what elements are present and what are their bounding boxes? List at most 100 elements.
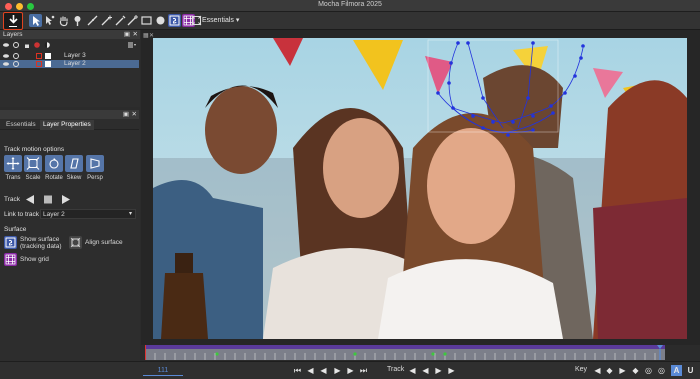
panel-float-icon[interactable]: ▣: [123, 110, 129, 118]
visibility-icon[interactable]: [3, 42, 9, 48]
chevron-down-icon: ▾: [128, 211, 132, 217]
track-forward-one-icon[interactable]: ▶: [433, 365, 444, 376]
timeline-bar[interactable]: [144, 345, 665, 360]
add-key-icon[interactable]: ◆: [604, 365, 615, 376]
bottom-transport-bar: 111 ⏮ ◀ ◀ ▶ ▶ ⏭ Track ◀ ◀ ▶ ▶ Key ◀ ◆ ▶ …: [0, 361, 700, 379]
layer-row[interactable]: Layer 3: [0, 52, 139, 60]
gear-icon[interactable]: [13, 53, 19, 59]
gear-icon[interactable]: [13, 61, 19, 67]
add-xspline-icon[interactable]: [100, 14, 113, 27]
layer-row[interactable]: Layer 2: [0, 60, 139, 68]
play-forwards-icon[interactable]: ▶: [332, 365, 343, 376]
workspace-dropdown[interactable]: Essentials ▾: [199, 15, 242, 27]
track-back-one-icon[interactable]: ◀: [420, 365, 431, 376]
chevron-down-icon: ▾: [235, 17, 240, 24]
layer-color-swatch[interactable]: [36, 61, 42, 67]
layer-color-swatch[interactable]: [36, 53, 42, 59]
surface-icon: [5, 237, 16, 248]
play-backwards-icon[interactable]: ◀: [318, 365, 329, 376]
link-to-track-label: Link to track: [4, 211, 40, 218]
timeline-ruler: [144, 345, 665, 360]
play-forwards-icon: [62, 195, 70, 204]
layers-header-row: [0, 41, 139, 49]
download-icon: [8, 15, 18, 24]
prev-key-icon[interactable]: ◀: [592, 365, 603, 376]
xspline-tool-icon[interactable]: [86, 14, 99, 27]
hand-tool-icon[interactable]: [57, 14, 70, 27]
track-label: Track: [4, 196, 21, 203]
scale-toggle[interactable]: [24, 155, 42, 172]
layer-matte-swatch[interactable]: [45, 61, 51, 67]
step-back-icon[interactable]: ◀: [305, 365, 316, 376]
rotate-toggle[interactable]: [45, 155, 63, 172]
step-forward-icon[interactable]: ▶: [345, 365, 356, 376]
align-surface-button[interactable]: [69, 236, 82, 249]
panel-close-icon[interactable]: ✕: [132, 110, 137, 118]
auto-key-button[interactable]: A: [671, 365, 682, 376]
play-backwards-icon: [26, 195, 34, 204]
properties-panel-header: ▣ ✕: [0, 110, 139, 119]
viewer-menu-icon[interactable]: ▦: [143, 32, 149, 39]
surface-tool-icon[interactable]: [168, 14, 181, 27]
panel-float-icon[interactable]: ▣: [124, 30, 130, 39]
go-to-start-icon[interactable]: ⏮: [292, 365, 303, 376]
update-key-button[interactable]: U: [685, 365, 696, 376]
tab-layer-properties[interactable]: Layer Properties: [40, 120, 94, 130]
tab-essentials[interactable]: Essentials: [3, 120, 39, 130]
key-label: Key: [575, 366, 588, 373]
track-backwards-button[interactable]: [24, 194, 36, 205]
key-lock-icon[interactable]: ◎: [656, 365, 667, 376]
eye-icon[interactable]: [3, 53, 9, 59]
ellipse-tool-icon[interactable]: [154, 14, 167, 27]
trans-toggle[interactable]: [4, 155, 22, 172]
show-grid-toggle[interactable]: [4, 253, 17, 266]
panel-close-icon[interactable]: ✕: [133, 30, 138, 39]
layer-options-icon[interactable]: [128, 42, 136, 48]
perspective-icon: [90, 158, 100, 169]
track-forwards-icon[interactable]: ▶: [446, 365, 457, 376]
layer-matte-swatch[interactable]: [45, 53, 51, 59]
key-settings-icon[interactable]: ◎: [643, 365, 654, 376]
scale-icon: [26, 157, 40, 170]
layer-name: Layer 2: [64, 60, 86, 67]
layers-panel: Layers ▣ ✕ Layer 3 Layer 2: [0, 30, 140, 116]
track-forwards-button[interactable]: [60, 194, 72, 205]
select-tool-icon[interactable]: [29, 14, 42, 27]
layer-name: Layer 3: [64, 52, 86, 59]
point-select-icon[interactable]: [43, 14, 56, 27]
rotate-label: Rotate: [45, 175, 63, 181]
eye-icon[interactable]: [3, 61, 9, 67]
align-surface-icon: [70, 237, 81, 248]
workspace-label: Essentials: [202, 17, 234, 24]
show-grid-label: Show grid: [20, 256, 49, 263]
color-icon[interactable]: [34, 42, 40, 48]
skew-icon: [70, 158, 79, 169]
track-backwards-icon[interactable]: ◀: [407, 365, 418, 376]
video-frame[interactable]: [153, 38, 687, 339]
link-to-track-select[interactable]: Layer 2 ▾: [40, 209, 136, 219]
stop-tracking-button[interactable]: [42, 194, 54, 205]
next-key-icon[interactable]: ▶: [617, 365, 628, 376]
delete-key-icon[interactable]: ◆: [630, 365, 641, 376]
scale-label: Scale: [25, 175, 41, 181]
title-bar: Mocha Filmora 2025: [0, 0, 700, 12]
matte-icon[interactable]: [44, 42, 50, 48]
show-surface-label: Show surface (tracking data): [20, 236, 62, 250]
lock-icon[interactable]: [24, 42, 30, 48]
rotate-icon: [49, 158, 59, 169]
skew-toggle[interactable]: [65, 155, 83, 172]
layers-panel-title: Layers: [3, 31, 23, 38]
export-button[interactable]: [3, 12, 23, 30]
align-surface-label: Align surface: [85, 239, 123, 246]
gear-icon[interactable]: [13, 42, 19, 48]
track-transport-label: Track: [387, 366, 405, 373]
show-surface-toggle[interactable]: [4, 236, 17, 249]
window-title: Mocha Filmora 2025: [318, 1, 382, 8]
add-bezier-icon[interactable]: [126, 14, 139, 27]
frame-number-field[interactable]: 111: [143, 365, 183, 376]
perspective-toggle[interactable]: [86, 155, 104, 172]
go-to-end-icon[interactable]: ⏭: [358, 365, 369, 376]
properties-tabs: Essentials Layer Properties: [0, 119, 139, 130]
rectangle-tool-icon[interactable]: [140, 14, 153, 27]
zoom-tool-icon[interactable]: [71, 14, 84, 27]
